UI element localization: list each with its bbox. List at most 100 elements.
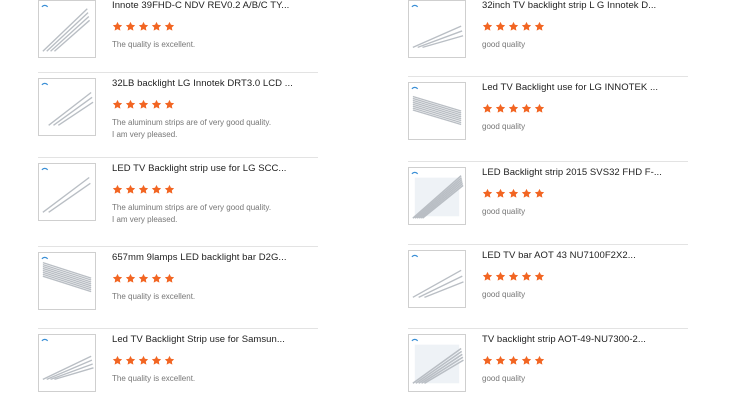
star-icon: [534, 355, 545, 366]
star-icon: [164, 355, 175, 366]
product-title[interactable]: LED Backlight strip 2015 SVS32 FHD F-...: [482, 167, 688, 179]
star-icon: [125, 184, 136, 195]
star-icon: [138, 21, 149, 32]
product-thumbnail[interactable]: [38, 163, 96, 221]
star-icon: [151, 184, 162, 195]
product-title[interactable]: Innote 39FHD-C NDV REV0.2 A/B/C TY...: [112, 0, 318, 12]
review-item: 657mm 9lamps LED backlight bar D2G... Th…: [38, 246, 318, 322]
brand-logo: [41, 4, 49, 8]
review-item: LED TV Backlight strip use for LG SCC...…: [38, 157, 318, 233]
product-thumbnail[interactable]: [38, 334, 96, 392]
star-rating: [112, 273, 318, 285]
star-icon: [482, 103, 493, 114]
star-icon: [508, 271, 519, 282]
review-text: good quality: [482, 206, 688, 218]
product-title[interactable]: 32LB backlight LG Innotek DRT3.0 LCD ...: [112, 78, 318, 90]
brand-logo: [411, 4, 419, 8]
star-icon: [508, 355, 519, 366]
star-icon: [495, 188, 506, 199]
star-rating: [482, 188, 688, 200]
star-icon: [482, 21, 493, 32]
star-icon: [521, 355, 532, 366]
star-icon: [138, 99, 149, 110]
star-icon: [112, 184, 123, 195]
review-line: good quality: [482, 374, 526, 383]
star-icon: [521, 21, 532, 32]
product-thumbnail[interactable]: [408, 167, 466, 225]
star-icon: [521, 188, 532, 199]
review-item: LED TV bar AOT 43 NU7100F2X2... good qua…: [408, 244, 688, 320]
star-icon: [151, 355, 162, 366]
product-title[interactable]: Led TV Backlight Strip use for Samsun...: [112, 334, 318, 346]
product-thumbnail[interactable]: [408, 0, 466, 58]
star-icon: [125, 355, 136, 366]
star-icon: [138, 355, 149, 366]
star-icon: [482, 355, 493, 366]
brand-logo: [411, 338, 419, 342]
led-strip-shape: [53, 96, 93, 126]
star-icon: [495, 271, 506, 282]
star-icon: [534, 271, 545, 282]
led-strip-shape: [424, 281, 464, 298]
review-line: The quality is excellent.: [112, 374, 196, 383]
divider: [38, 72, 318, 73]
product-thumbnail[interactable]: [408, 334, 466, 392]
product-title[interactable]: 657mm 9lamps LED backlight bar D2G...: [112, 252, 318, 264]
review-text: The aluminum strips are of very good qua…: [112, 202, 318, 225]
brand-logo: [41, 82, 49, 86]
product-thumbnail[interactable]: [38, 252, 96, 310]
led-strip-shape: [46, 12, 89, 52]
product-title[interactable]: LED TV Backlight strip use for LG SCC...: [112, 163, 318, 175]
divider: [408, 244, 688, 245]
star-icon: [151, 273, 162, 284]
star-icon: [138, 184, 149, 195]
brand-logo: [41, 256, 49, 260]
star-icon: [534, 103, 545, 114]
review-item: Led TV Backlight use for LG INNOTEK ... …: [408, 76, 688, 152]
product-thumbnail[interactable]: [408, 250, 466, 308]
led-strip-shape: [50, 15, 90, 52]
divider: [408, 76, 688, 77]
led-strip-shape: [48, 91, 92, 126]
star-rating: [482, 355, 688, 367]
star-icon: [521, 271, 532, 282]
review-line: The aluminum strips are of very good qua…: [112, 203, 272, 212]
product-title[interactable]: Led TV Backlight use for LG INNOTEK ...: [482, 82, 688, 94]
led-strip-shape: [412, 103, 462, 120]
star-icon: [508, 103, 519, 114]
star-icon: [495, 355, 506, 366]
star-icon: [534, 21, 545, 32]
review-text: good quality: [482, 121, 688, 133]
led-strip-shape: [412, 25, 462, 48]
star-icon: [164, 21, 175, 32]
product-thumbnail[interactable]: [38, 78, 96, 136]
star-icon: [151, 99, 162, 110]
product-thumbnail[interactable]: [38, 0, 96, 58]
led-strip-shape: [412, 101, 462, 118]
review-item: TV backlight strip AOT-49-NU7300-2... go…: [408, 328, 688, 400]
review-line: good quality: [482, 40, 526, 49]
brand-logo: [41, 338, 49, 342]
star-icon: [482, 271, 493, 282]
review-text: The aluminum strips are of very good qua…: [112, 117, 318, 140]
star-icon: [482, 188, 493, 199]
star-rating: [482, 21, 688, 33]
product-title[interactable]: LED TV bar AOT 43 NU7100F2X2...: [482, 250, 688, 262]
review-text: good quality: [482, 373, 688, 385]
review-item: 32LB backlight LG Innotek DRT3.0 LCD ...…: [38, 72, 318, 148]
review-line: The quality is excellent.: [112, 40, 196, 49]
review-line: good quality: [482, 207, 526, 216]
review-line: The aluminum strips are of very good qua…: [112, 118, 272, 127]
brand-logo: [411, 86, 419, 90]
star-icon: [495, 21, 506, 32]
star-icon: [138, 273, 149, 284]
review-text: The quality is excellent.: [112, 39, 318, 51]
review-line: The quality is excellent.: [112, 292, 196, 301]
product-thumbnail[interactable]: [408, 82, 466, 140]
star-rating: [112, 99, 318, 111]
star-icon: [534, 188, 545, 199]
brand-logo: [41, 167, 49, 171]
product-title[interactable]: TV backlight strip AOT-49-NU7300-2...: [482, 334, 688, 346]
product-title[interactable]: 32inch TV backlight strip L G Innotek D.…: [482, 0, 688, 12]
star-icon: [125, 99, 136, 110]
